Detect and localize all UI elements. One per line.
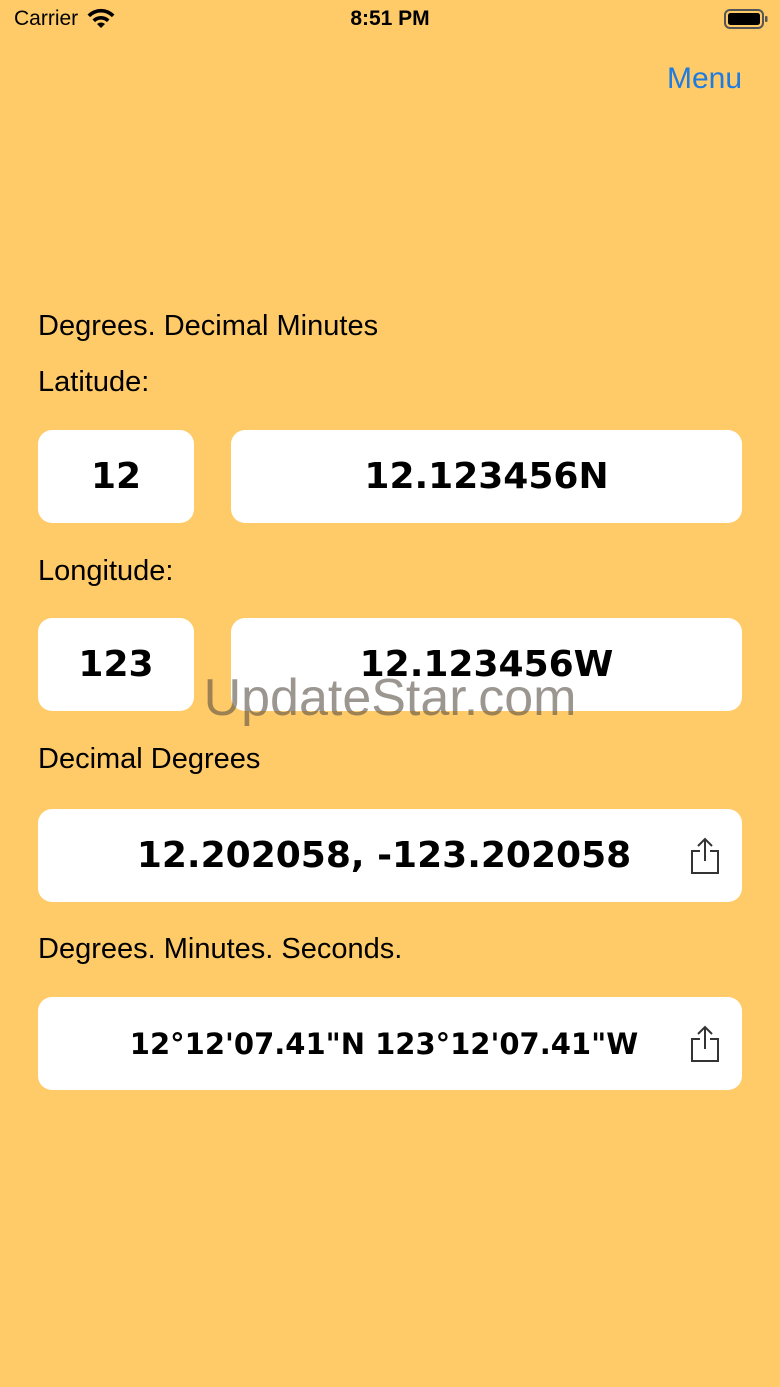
decimal-degrees-value: 12.202058, -123.202058 <box>136 835 632 876</box>
share-icon[interactable] <box>690 837 720 875</box>
dms-field[interactable]: 12°12'07.41"N 123°12'07.41"W <box>38 997 742 1090</box>
ddm-section-title: Degrees. Decimal Minutes <box>38 310 379 342</box>
share-icon[interactable] <box>690 1025 720 1063</box>
decimal-degrees-field[interactable]: 12.202058, -123.202058 <box>38 809 742 902</box>
latitude-label: Latitude: <box>38 366 150 398</box>
longitude-degrees-value: 123 <box>78 644 154 685</box>
menu-button[interactable]: Menu <box>667 62 742 96</box>
longitude-label: Longitude: <box>38 555 174 587</box>
longitude-minutes-value: 12.123456W <box>359 644 614 685</box>
status-bar: Carrier 8:51 PM <box>0 0 780 40</box>
status-time: 8:51 PM <box>350 7 430 30</box>
latitude-degrees-field[interactable]: 12 <box>38 430 194 523</box>
latitude-degrees-value: 12 <box>90 456 142 497</box>
battery-icon <box>724 9 768 29</box>
latitude-minutes-field[interactable]: 12.123456N <box>231 430 742 523</box>
longitude-degrees-field[interactable]: 123 <box>38 618 194 711</box>
dms-value: 12°12'07.41"N 123°12'07.41"W <box>129 1026 639 1061</box>
latitude-minutes-value: 12.123456N <box>364 456 609 497</box>
dd-section-title: Decimal Degrees <box>38 743 261 775</box>
longitude-minutes-field[interactable]: 12.123456W <box>231 618 742 711</box>
dms-section-title: Degrees. Minutes. Seconds. <box>38 933 403 965</box>
